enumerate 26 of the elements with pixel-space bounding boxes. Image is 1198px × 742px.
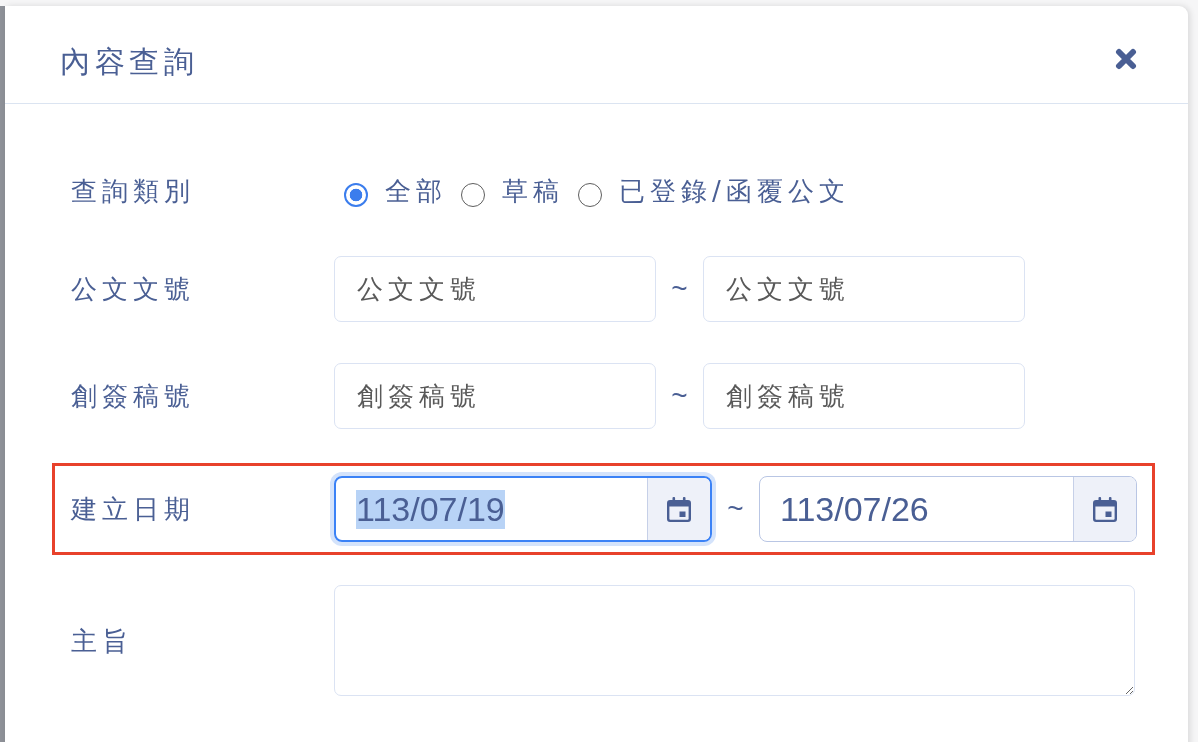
calendar-button[interactable]	[1073, 477, 1136, 541]
radio-label[interactable]: 全部	[385, 173, 447, 209]
radio-button[interactable]	[461, 183, 485, 207]
field-label: 建立日期	[71, 493, 196, 526]
date-input[interactable]: 113/07/26	[759, 476, 1137, 542]
range-separator: ~	[670, 273, 689, 305]
radio-button[interactable]	[578, 183, 602, 207]
field-label: 主旨	[71, 624, 134, 658]
close-icon	[1115, 47, 1137, 70]
text-input[interactable]: 公文文號	[703, 256, 1025, 322]
text-input[interactable]: 公文文號	[334, 256, 656, 322]
close-button[interactable]	[1115, 47, 1137, 70]
radio-label[interactable]: 草稿	[502, 173, 564, 209]
text-input[interactable]: 創簽稿號	[703, 363, 1025, 429]
range-separator: ~	[670, 380, 689, 412]
calendar-icon	[667, 496, 691, 522]
field-label: 創簽稿號	[71, 380, 196, 413]
calendar-button[interactable]	[647, 478, 710, 540]
calendar-icon	[1093, 496, 1117, 522]
range-separator: ~	[726, 493, 745, 525]
radio-button[interactable]	[344, 183, 368, 207]
field-label: 公文文號	[71, 273, 196, 306]
text-input[interactable]: 創簽稿號	[334, 363, 656, 429]
radio-label[interactable]: 已登錄/函覆公文	[619, 173, 850, 209]
dialog-title: 內容查詢	[60, 42, 198, 81]
field-label: 查詢類別	[71, 175, 196, 208]
